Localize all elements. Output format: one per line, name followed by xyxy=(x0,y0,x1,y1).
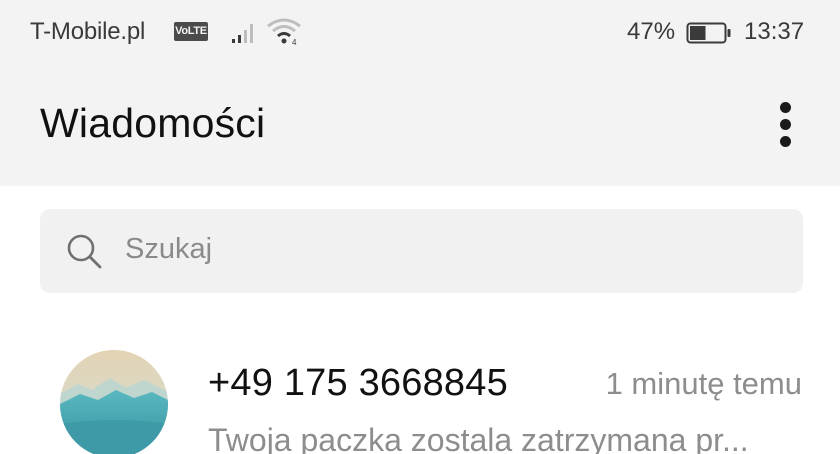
wifi-icon: 4 xyxy=(267,18,301,46)
contact-avatar xyxy=(60,350,168,454)
search-icon xyxy=(67,234,102,269)
conversation-preview: Twoja paczka zostala zatrzymana pr... xyxy=(208,422,749,454)
messages-screen: T-Mobile.pl VoLTE 4 47% 13:37 Wiadomości… xyxy=(0,0,840,454)
volte-badge: VoLTE xyxy=(174,22,208,41)
conversation-sender: +49 175 3668845 xyxy=(208,362,508,404)
carrier-name: T-Mobile.pl xyxy=(30,18,146,45)
status-bar: T-Mobile.pl VoLTE 4 47% 13:37 xyxy=(0,0,840,66)
battery-icon xyxy=(686,22,731,44)
battery-percent: 47% xyxy=(627,18,676,45)
more-vert-icon-dot xyxy=(780,119,791,130)
page-title: Wiadomości xyxy=(40,100,266,146)
search-input[interactable]: Szukaj xyxy=(40,209,803,293)
conversation-time: 1 minutę temu xyxy=(605,366,802,401)
status-clock: 13:37 xyxy=(744,18,805,45)
more-vert-icon-dot xyxy=(780,136,791,147)
search-placeholder: Szukaj xyxy=(125,233,213,265)
conversation-list-item[interactable]: +49 175 3668845 1 minutę temu Twoja pacz… xyxy=(0,330,840,454)
avatar-landscape-image xyxy=(60,350,168,454)
svg-text:4: 4 xyxy=(292,38,297,46)
signal-strength-icon xyxy=(232,24,253,43)
header-area: T-Mobile.pl VoLTE 4 47% 13:37 Wiadomości xyxy=(0,0,840,186)
more-vert-icon xyxy=(780,102,791,113)
more-options-button[interactable] xyxy=(766,96,806,152)
